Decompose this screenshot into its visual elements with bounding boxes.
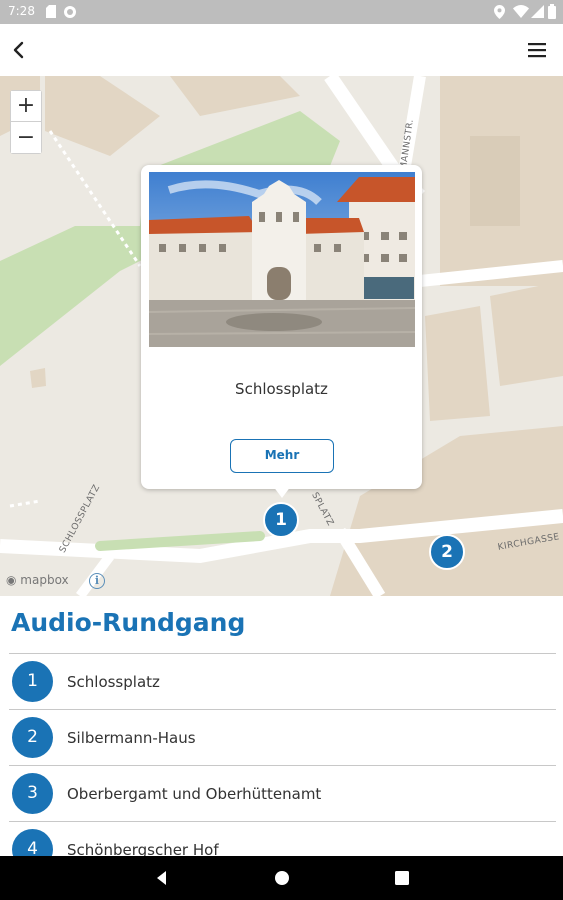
app-screen: 7:28 SCHLOSSPLATZ SPLATZ KIRCHGASSE RMAN… <box>0 0 563 900</box>
poi-photo <box>149 172 415 347</box>
stop-label: Oberbergamt und Oberhüttenamt <box>67 785 322 803</box>
back-button[interactable] <box>4 32 40 68</box>
castle-photo <box>149 172 415 347</box>
stop-number-badge: 2 <box>12 717 53 758</box>
menu-button[interactable] <box>519 32 555 68</box>
battery-icon <box>548 4 556 19</box>
map-marker-2[interactable]: 2 <box>429 534 465 570</box>
poi-popup: Schlossplatz Mehr <box>141 165 422 489</box>
section-title: Audio-Rundgang <box>11 608 246 637</box>
zoom-controls: + − <box>10 90 42 154</box>
mapbox-wordmark: mapbox <box>20 573 69 587</box>
stop-number-badge: 3 <box>12 773 53 814</box>
tour-stop-item[interactable]: 1 Schlossplatz <box>9 653 556 709</box>
status-time: 7:28 <box>8 4 35 18</box>
sd-card-icon <box>46 5 56 18</box>
zoom-in-button[interactable]: + <box>11 91 41 122</box>
popup-pointer <box>273 486 291 498</box>
stop-label: Schlossplatz <box>67 673 160 691</box>
system-nav-bar <box>0 856 563 900</box>
status-bar: 7:28 <box>0 0 563 24</box>
signal-icon <box>531 5 544 18</box>
app-bar <box>0 24 563 76</box>
hamburger-menu-icon <box>528 43 546 58</box>
mapbox-logo: ◉ mapbox <box>6 573 69 587</box>
location-icon <box>494 5 505 19</box>
info-icon[interactable]: i <box>89 573 105 589</box>
more-button[interactable]: Mehr <box>230 439 334 473</box>
stop-label: Silbermann-Haus <box>67 729 196 747</box>
nav-recents-icon[interactable] <box>392 868 412 888</box>
wifi-icon <box>513 5 529 18</box>
sync-icon <box>64 6 76 18</box>
tour-stop-item[interactable]: 3 Oberbergamt und Oberhüttenamt <box>9 765 556 821</box>
nav-back-icon[interactable] <box>152 868 172 888</box>
tour-stop-item[interactable]: 2 Silbermann-Haus <box>9 709 556 765</box>
zoom-out-button[interactable]: − <box>11 122 41 153</box>
nav-home-icon[interactable] <box>272 868 292 888</box>
stop-number-badge: 1 <box>12 661 53 702</box>
popup-title: Schlossplatz <box>235 380 328 398</box>
map-marker-1[interactable]: 1 <box>263 502 299 538</box>
tour-stop-list: 1 Schlossplatz 2 Silbermann-Haus 3 Oberb… <box>9 653 556 877</box>
back-arrow-icon <box>13 41 24 59</box>
